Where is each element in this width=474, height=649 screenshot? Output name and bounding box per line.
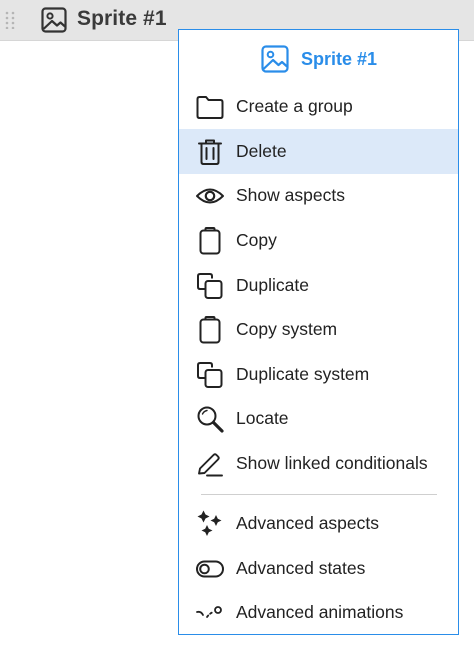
clipboard-icon [195, 315, 225, 345]
menu-item-advanced-states[interactable]: Advanced states [179, 546, 458, 591]
sparkles-icon [195, 509, 225, 539]
menu-item-duplicate[interactable]: Duplicate [179, 263, 458, 308]
image-icon [40, 6, 68, 34]
menu-item-label: Advanced aspects [236, 513, 380, 533]
menu-item-label: Advanced states [236, 558, 366, 578]
menu-item-advanced-animations[interactable]: Advanced animations [179, 590, 458, 635]
menu-item-locate[interactable]: Locate [179, 396, 458, 441]
menu-item-label: Duplicate system [236, 364, 370, 384]
menu-item-label: Delete [236, 141, 287, 161]
folder-icon [195, 92, 225, 122]
toggle-icon [195, 554, 225, 584]
eye-icon [195, 181, 225, 211]
menu-item-show-aspects[interactable]: Show aspects [179, 173, 458, 218]
magnifier-icon [195, 404, 225, 434]
menu-item-delete[interactable]: Delete [179, 129, 458, 174]
menu-header: Sprite #1 [179, 30, 458, 88]
menu-item-create-group[interactable]: Create a group [179, 84, 458, 129]
menu-title: Sprite #1 [301, 49, 378, 69]
menu-item-copy-system[interactable]: Copy system [179, 307, 458, 352]
menu-item-label: Copy [236, 230, 277, 250]
layer-name: Sprite #1 [77, 7, 167, 30]
pencil-icon [195, 449, 225, 479]
clipboard-icon [195, 226, 225, 256]
duplicate-icon [195, 271, 225, 301]
menu-item-show-linked-conditionals[interactable]: Show linked conditionals [179, 441, 458, 486]
menu-item-label: Show aspects [236, 185, 345, 205]
duplicate-icon [195, 360, 225, 390]
menu-item-label: Duplicate [236, 275, 309, 295]
menu-item-advanced-aspects[interactable]: Advanced aspects [179, 501, 458, 546]
menu-item-label: Advanced animations [236, 602, 404, 622]
trash-icon [195, 137, 225, 167]
motion-curve-icon [195, 598, 225, 628]
menu-item-label: Create a group [236, 96, 353, 116]
menu-item-label: Copy system [236, 319, 338, 339]
image-icon [260, 44, 290, 74]
drag-handle-icon[interactable] [5, 11, 15, 29]
menu-divider [201, 494, 437, 495]
menu-item-copy[interactable]: Copy [179, 218, 458, 263]
menu-item-duplicate-system[interactable]: Duplicate system [179, 352, 458, 397]
context-menu: Sprite #1 Create a group Delete Show asp… [178, 29, 459, 635]
menu-item-label: Locate [236, 408, 289, 428]
menu-item-label: Show linked conditionals [236, 453, 428, 473]
